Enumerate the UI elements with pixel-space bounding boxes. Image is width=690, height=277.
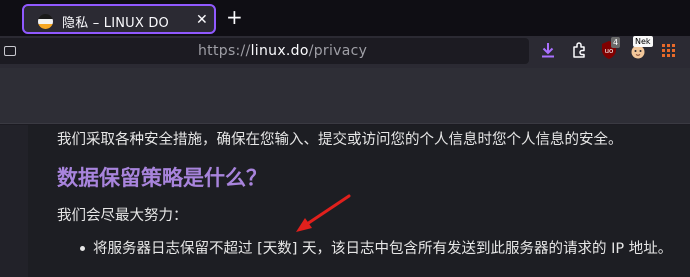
annotation-arrow-icon	[296, 194, 351, 232]
